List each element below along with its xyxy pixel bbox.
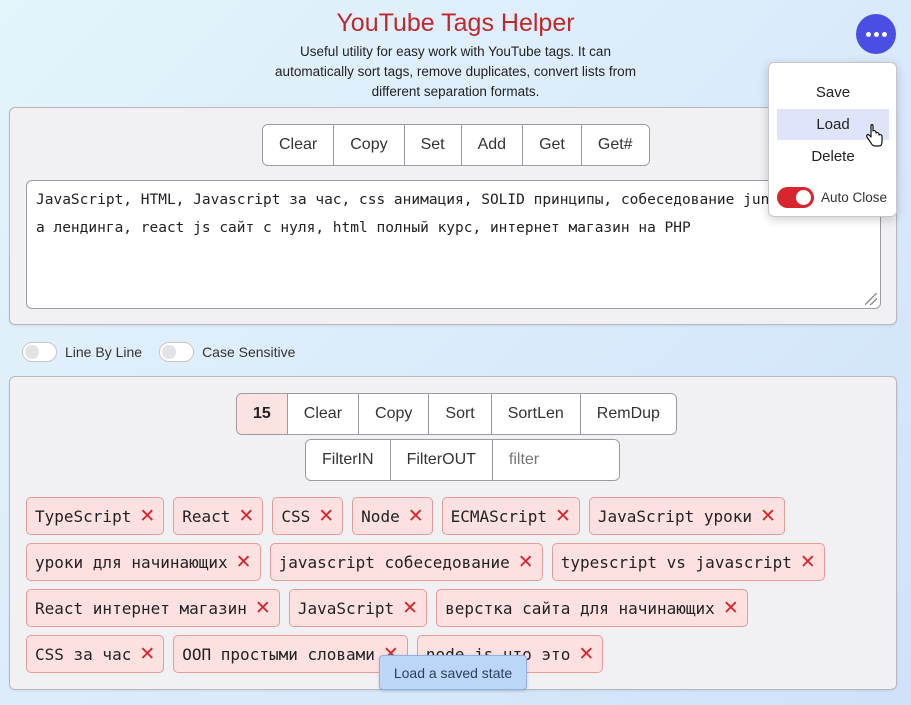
remove-tag-icon[interactable]: ✕	[255, 597, 271, 619]
page-title: YouTube Tags Helper	[336, 9, 575, 37]
load-tooltip: Load a saved state	[379, 655, 527, 690]
clear-input-button[interactable]: Clear	[263, 125, 335, 165]
tag-label: ООП простыми словами	[182, 644, 375, 664]
copy-tags-button[interactable]: Copy	[359, 394, 430, 434]
tags-panel: 15 Clear Copy Sort SortLen RemDup Filter…	[9, 376, 897, 690]
tag-chip[interactable]: CSS ✕	[272, 497, 344, 535]
remove-tag-icon[interactable]: ✕	[518, 551, 534, 573]
toggle-knob	[796, 190, 811, 205]
tag-label: TypeScript	[35, 506, 132, 526]
tag-list: TypeScript ✕ React ✕ CSS ✕ Node ✕ ECMAScript ✕ Jav…	[26, 497, 886, 681]
menu-item-save[interactable]: Save	[777, 77, 889, 108]
tag-count-badge: 15	[237, 394, 288, 434]
remove-tag-icon[interactable]: ✕	[578, 643, 594, 665]
tag-row: уроки для начинающих ✕ javascript собеседо…	[26, 543, 886, 581]
filter-in-button[interactable]: FilterIN	[306, 440, 391, 480]
tag-row: TypeScript ✕ React ✕ CSS ✕ Node ✕ ECMAScript ✕ Jav…	[26, 497, 886, 535]
set-button[interactable]: Set	[404, 125, 462, 165]
more-menu-button[interactable]	[856, 14, 896, 54]
auto-close-label: Auto Close	[821, 190, 888, 205]
tag-chip[interactable]: JavaScript ✕	[288, 589, 428, 627]
tag-label: JavaScript	[297, 598, 395, 618]
tag-chip[interactable]: CSS за час ✕	[26, 635, 165, 673]
tag-chip[interactable]: javascript собеседование ✕	[269, 543, 543, 581]
tag-label: уроки для начинающих	[35, 552, 228, 572]
tag-label: ECMAScript	[450, 506, 547, 526]
remove-tag-icon[interactable]: ✕	[139, 643, 155, 665]
input-panel: Clear Copy Set Add Get Get# JavaScript, …	[9, 107, 897, 325]
tag-row: React интернет магазин ✕ JavaScript ✕ верстк…	[26, 589, 886, 627]
auto-close-option[interactable]: Auto Close	[777, 187, 887, 208]
copy-input-button[interactable]: Copy	[334, 125, 405, 165]
remove-tag-icon[interactable]: ✕	[139, 505, 155, 527]
remove-tag-icon[interactable]: ✕	[402, 597, 418, 619]
tag-chip[interactable]: уроки для начинающих ✕	[26, 543, 261, 581]
case-sensitive-label: Case Sensitive	[202, 344, 296, 360]
clear-tags-button[interactable]: Clear	[287, 394, 360, 434]
more-icon	[865, 31, 871, 37]
tag-label: Node	[361, 506, 400, 526]
options-row: Line By Line Case Sensitive	[22, 342, 312, 362]
resize-handle-icon[interactable]	[865, 293, 877, 305]
tag-label: typescript vs javascript	[560, 552, 792, 572]
more-icon-dot	[881, 31, 887, 37]
tags-toolbar: 15 Clear Copy Sort SortLen RemDup	[236, 393, 677, 435]
textarea-value: JavaScript, HTML, Javascript за час, css…	[36, 192, 866, 236]
tag-chip[interactable]: React интернет магазин ✕	[26, 589, 280, 627]
case-sensitive-toggle[interactable]	[159, 342, 195, 362]
remove-duplicates-button[interactable]: RemDup	[580, 394, 676, 434]
filter-toolbar: FilterIN FilterOUT	[305, 439, 620, 481]
remove-tag-icon[interactable]: ✕	[318, 505, 334, 527]
tag-chip[interactable]: TypeScript ✕	[26, 497, 165, 535]
tag-label: JavaScript уроки	[597, 506, 752, 526]
tag-label: верстка сайта для начинающих	[445, 598, 715, 618]
page-subtitle: Useful utility for easy work with YouTub…	[275, 44, 636, 99]
toggle-knob	[25, 345, 39, 359]
tags-textarea[interactable]: JavaScript, HTML, Javascript за час, css…	[26, 180, 881, 309]
remove-tag-icon[interactable]: ✕	[555, 505, 571, 527]
input-toolbar: Clear Copy Set Add Get Get#	[262, 124, 650, 166]
remove-tag-icon[interactable]: ✕	[236, 551, 252, 573]
tag-label: React	[182, 506, 231, 526]
remove-tag-icon[interactable]: ✕	[723, 597, 739, 619]
get-hash-button[interactable]: Get#	[581, 125, 649, 165]
remove-tag-icon[interactable]: ✕	[238, 505, 254, 527]
tag-chip[interactable]: верстка сайта для начинающих ✕	[436, 589, 748, 627]
tag-chip[interactable]: JavaScript уроки ✕	[588, 497, 785, 535]
get-button[interactable]: Get	[523, 125, 582, 165]
line-by-line-toggle[interactable]	[22, 342, 57, 362]
hand-pointer-cursor-icon	[866, 124, 883, 147]
line-by-line-option[interactable]: Line By Line	[22, 342, 142, 362]
remove-tag-icon[interactable]: ✕	[408, 505, 424, 527]
add-button[interactable]: Add	[461, 125, 524, 165]
line-by-line-label: Line By Line	[65, 344, 143, 360]
tag-chip[interactable]: typescript vs javascript ✕	[551, 543, 825, 581]
filter-out-button[interactable]: FilterOUT	[390, 440, 493, 480]
sort-button[interactable]: Sort	[429, 394, 492, 434]
tag-chip[interactable]: React ✕	[173, 497, 264, 535]
remove-tag-icon[interactable]: ✕	[760, 505, 776, 527]
filter-input[interactable]	[492, 440, 619, 480]
case-sensitive-option[interactable]: Case Sensitive	[159, 342, 295, 362]
toggle-knob	[162, 345, 177, 359]
tag-chip[interactable]: Node ✕	[352, 497, 433, 535]
tag-label: React интернет магазин	[35, 598, 247, 618]
auto-close-toggle[interactable]	[777, 187, 814, 208]
tag-label: CSS	[281, 506, 311, 526]
sort-length-button[interactable]: SortLen	[491, 394, 581, 434]
tag-chip[interactable]: ООП простыми словами ✕	[173, 635, 408, 673]
more-icon-dot	[873, 31, 879, 37]
tag-label: javascript собеседование	[278, 552, 510, 572]
tag-chip[interactable]: ECMAScript ✕	[441, 497, 580, 535]
remove-tag-icon[interactable]: ✕	[800, 551, 816, 573]
tag-label: CSS за час	[35, 644, 132, 664]
